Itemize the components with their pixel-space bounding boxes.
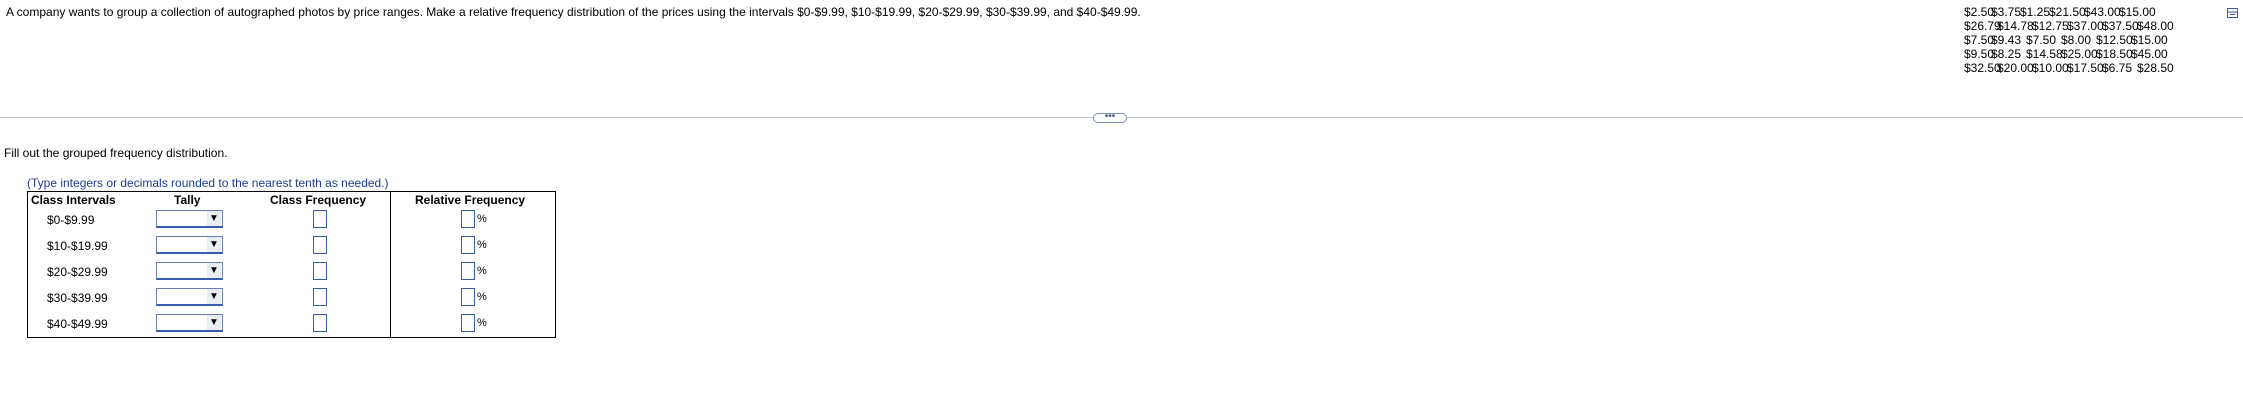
- data-value: $8.25: [1991, 47, 2022, 61]
- data-value: $18.50: [2096, 47, 2133, 61]
- data-value: $32.50: [1964, 61, 2001, 75]
- interval-label: $20-$29.99: [47, 265, 108, 279]
- page: A company wants to group a collection of…: [0, 0, 2243, 411]
- data-row: $7.50 $9.43 $7.50 $8.00 $12.50 $15.00: [1964, 33, 2172, 47]
- column-divider: [390, 192, 391, 337]
- relative-frequency-input[interactable]: [461, 262, 475, 280]
- chevron-down-icon: ▼: [207, 211, 221, 226]
- class-frequency-input[interactable]: [313, 210, 327, 228]
- relative-frequency-input[interactable]: [461, 314, 475, 332]
- instruction-text: Fill out the grouped frequency distribut…: [4, 146, 228, 160]
- data-value: $28.50: [2137, 61, 2174, 75]
- percent-sign: %: [477, 265, 487, 277]
- percent-sign: %: [477, 317, 487, 329]
- data-row: $2.50 $3.75 $1.25 $21.50 $43.00 $15.00: [1964, 5, 2172, 19]
- chevron-down-icon: ▼: [207, 289, 221, 304]
- data-value: $10.00: [2032, 61, 2069, 75]
- frequency-table: Class Intervals Tally Class Frequency Re…: [27, 191, 556, 338]
- data-value: $37.00: [2067, 19, 2104, 33]
- relative-frequency-input[interactable]: [461, 288, 475, 306]
- class-frequency-input[interactable]: [313, 314, 327, 332]
- data-value: $8.00: [2061, 33, 2092, 47]
- hint-text: (Type integers or decimals rounded to th…: [27, 176, 389, 190]
- data-value: $37.50: [2102, 19, 2139, 33]
- interval-label: $40-$49.99: [47, 317, 108, 331]
- percent-sign: %: [477, 213, 487, 225]
- tally-dropdown[interactable]: ▼: [156, 262, 223, 280]
- header-tally: Tally: [174, 193, 201, 207]
- chevron-down-icon: ▼: [207, 237, 221, 252]
- tally-dropdown[interactable]: ▼: [156, 314, 223, 332]
- data-value: $7.50: [1964, 33, 1995, 47]
- interval-label: $10-$19.99: [47, 239, 108, 253]
- tally-dropdown[interactable]: ▼: [156, 210, 223, 228]
- data-value: $45.00: [2131, 47, 2168, 61]
- data-row: $32.50 $20.00 $10.00 $17.50 $6.75 $28.50: [1964, 61, 2174, 75]
- class-frequency-input[interactable]: [313, 288, 327, 306]
- data-value: $12.50: [2096, 33, 2133, 47]
- class-frequency-input[interactable]: [313, 236, 327, 254]
- data-value: $14.78: [1997, 19, 2034, 33]
- data-value: $14.58: [2026, 47, 2063, 61]
- data-value: $3.75: [1991, 5, 2022, 19]
- data-value: $25.00: [2061, 47, 2098, 61]
- data-value: $48.00: [2137, 19, 2174, 33]
- data-value: $6.75: [2102, 61, 2133, 75]
- data-value: $2.50: [1964, 5, 1995, 19]
- data-value: $9.50: [1964, 47, 1995, 61]
- percent-sign: %: [477, 291, 487, 303]
- chevron-down-icon: ▼: [207, 263, 221, 278]
- data-value: $26.79: [1964, 19, 2001, 33]
- data-value: $12.75: [2032, 19, 2069, 33]
- data-row: $26.79 $14.78 $12.75 $37.00 $37.50 $48.0…: [1964, 19, 2174, 33]
- chevron-down-icon: ▼: [207, 315, 221, 330]
- tally-dropdown[interactable]: ▼: [156, 288, 223, 306]
- data-value: $1.25: [2020, 5, 2051, 19]
- copy-icon[interactable]: [2227, 8, 2238, 18]
- data-value: $21.50: [2049, 5, 2086, 19]
- data-row: $9.50 $8.25 $14.58 $25.00 $18.50 $45.00: [1964, 47, 2172, 61]
- relative-frequency-input[interactable]: [461, 236, 475, 254]
- header-class-intervals: Class Intervals: [31, 193, 116, 207]
- data-value: $43.00: [2084, 5, 2121, 19]
- data-value: $17.50: [2067, 61, 2104, 75]
- class-frequency-input[interactable]: [313, 262, 327, 280]
- interval-label: $0-$9.99: [47, 213, 95, 227]
- data-value: $15.00: [2131, 33, 2168, 47]
- header-relative-frequency: Relative Frequency: [415, 193, 526, 207]
- percent-sign: %: [477, 239, 487, 251]
- data-value: $20.00: [1997, 61, 2034, 75]
- data-value: $9.43: [1991, 33, 2022, 47]
- interval-label: $30-$39.99: [47, 291, 108, 305]
- header-class-frequency: Class Frequency: [270, 193, 367, 207]
- more-button[interactable]: •••: [1093, 112, 1127, 123]
- question-text: A company wants to group a collection of…: [6, 5, 1141, 19]
- price-data-panel: $2.50 $3.75 $1.25 $21.50 $43.00 $15.00 $…: [1964, 5, 2174, 75]
- data-value: $7.50: [2026, 33, 2057, 47]
- tally-dropdown[interactable]: ▼: [156, 236, 223, 254]
- data-value: $15.00: [2119, 5, 2156, 19]
- relative-frequency-input[interactable]: [461, 210, 475, 228]
